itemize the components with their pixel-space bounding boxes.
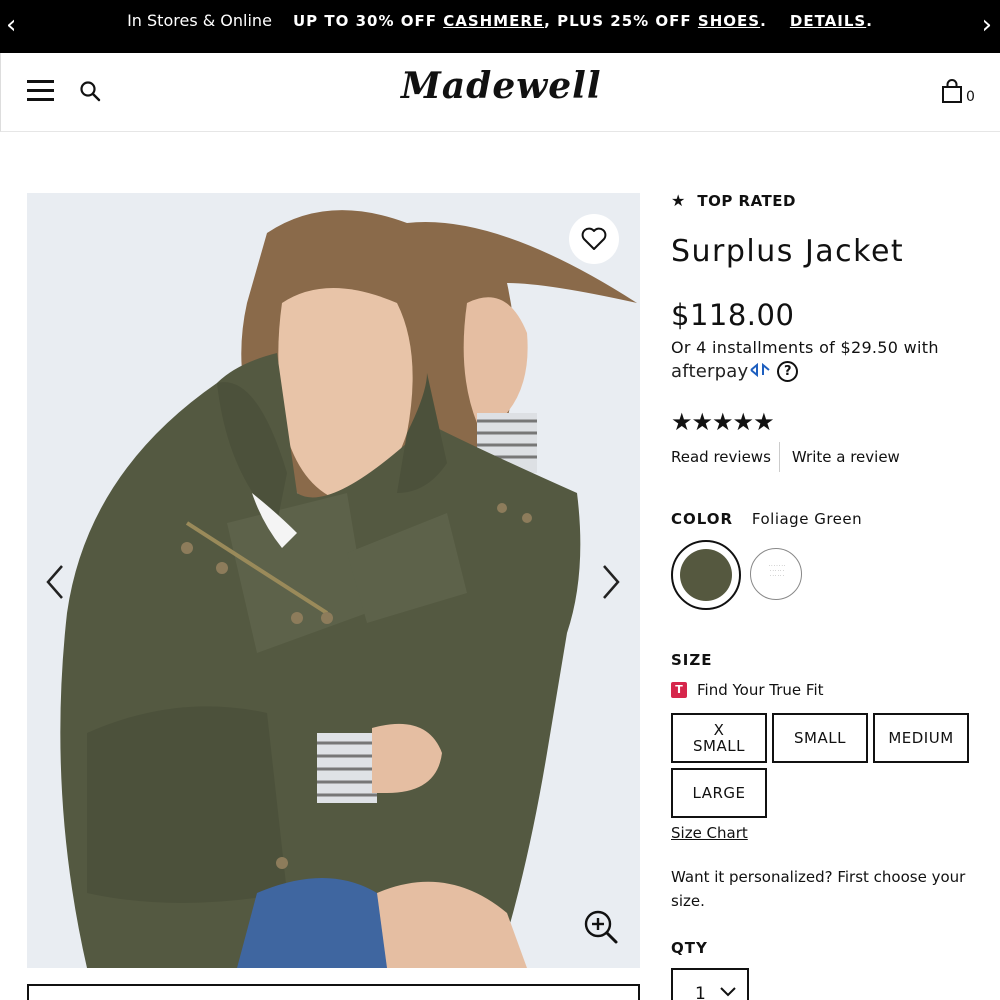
promo-details: DETAILS. [790,12,873,30]
true-fit-link[interactable]: T Find Your True Fit [671,681,824,699]
size-button-large[interactable]: LARGE [671,768,767,818]
color-value: Foliage Green [751,510,863,528]
size-label-medium: MEDIUM [888,729,954,747]
details-suffix: . [866,12,873,30]
shopping-bag-button[interactable]: 0 [941,79,981,107]
shopping-bag-icon [942,79,962,103]
write-review-link[interactable]: Write a review [780,442,900,472]
madewell-logo[interactable]: Madewell [401,65,601,115]
afterpay-row: afterpay ? [671,361,799,382]
size-label-large: LARGE [692,784,746,802]
chevron-right-icon [603,565,620,599]
swatch-white-pattern: · · · · · · · · · · · · · · · · · · · [768,563,786,578]
chevron-down-icon [720,987,736,997]
gallery-prev-button[interactable] [43,563,67,601]
color-selection: COLOR Foliage Green [671,510,862,528]
size-label: SIZE [671,651,713,669]
zoom-in-icon [584,910,618,944]
zoom-button[interactable] [583,909,619,945]
details-link[interactable]: DETAILS [790,12,866,30]
heart-icon [581,227,607,250]
promo-deal-prefix: UP TO 30% OFF [293,12,444,30]
personalization-note: Want it personalized? First choose your … [671,868,966,910]
swatch-foliage-green[interactable] [671,540,741,610]
swatch-white[interactable]: · · · · · · · · · · · · · · · · · · · [750,548,802,600]
thumbnail-strip[interactable] [27,984,640,1000]
promo-banner: ‹ In Stores & Online UP TO 30% OFF CASHM… [0,0,1000,53]
promo-message: In Stores & Online UP TO 30% OFF CASHMER… [0,11,1000,30]
chevron-left-icon [46,565,63,599]
afterpay-arrows-icon [749,362,771,381]
gallery-next-button[interactable] [599,563,623,601]
product-photo [27,193,640,968]
search-icon[interactable] [79,80,101,102]
bag-count: 0 [966,89,975,105]
size-label-small: SMALL [794,729,846,747]
read-reviews-link[interactable]: Read reviews [671,442,780,472]
product-image-gallery[interactable] [27,193,640,968]
top-rated-badge: ★ TOP RATED [671,188,796,214]
product-price: $118.00 [671,298,795,332]
promo-deal-mid: , PLUS 25% OFF [544,12,698,30]
true-fit-label: Find Your True Fit [697,681,824,699]
promo-next-arrow[interactable]: › [982,10,992,40]
promo-deal: UP TO 30% OFF CASHMERE, PLUS 25% OFF SHO… [293,12,767,30]
size-button-x-small[interactable]: X SMALL [671,713,767,763]
size-button-small[interactable]: SMALL [772,713,868,763]
site-header: Madewell 0 [0,53,1000,132]
afterpay-help-icon[interactable]: ? [777,361,799,382]
top-rated-label: TOP RATED [697,192,796,210]
shoes-link[interactable]: SHOES [698,12,760,30]
star-icon: ★ [671,191,686,210]
reviews-links: Read reviews Write a review [671,442,900,472]
product-title: Surplus Jacket [671,234,905,269]
size-chart-link[interactable]: Size Chart [671,824,748,842]
size-label-x-small: X SMALL [693,721,745,755]
swatch-foliage-green-fill [680,549,732,601]
quantity-label: QTY [671,939,708,957]
afterpay-logo-text: afterpay [671,361,749,382]
afterpay-logo: afterpay [671,361,748,382]
installments-text: Or 4 installments of $29.50 with [671,338,939,357]
promo-deal-suffix: . [760,12,767,30]
promo-lead: In Stores & Online [127,11,272,30]
color-label: COLOR [671,510,734,528]
favorite-button[interactable] [569,214,619,264]
quantity-value: 1 [695,984,706,1000]
quantity-select[interactable]: 1 [671,968,749,1000]
menu-icon[interactable] [27,80,54,102]
true-fit-icon: T [671,682,687,698]
rating-stars[interactable]: ★★★★★ [671,408,775,436]
size-button-medium[interactable]: MEDIUM [873,713,969,763]
cashmere-link[interactable]: CASHMERE [443,12,544,30]
